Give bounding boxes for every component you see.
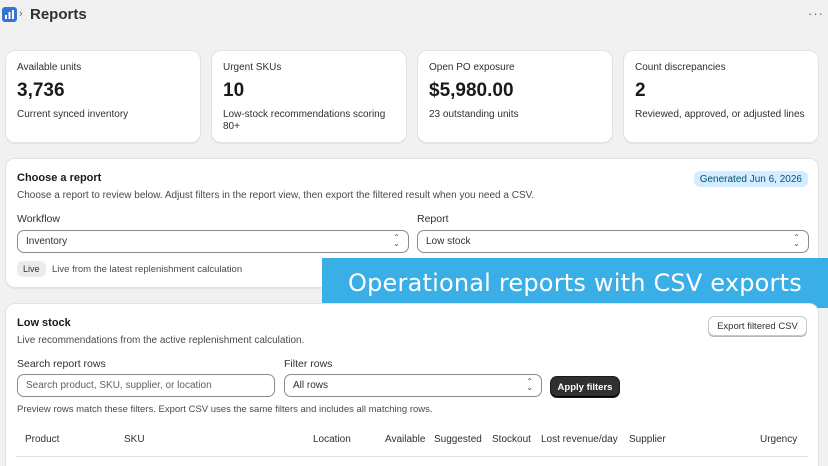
metric-label: Available units <box>17 62 82 73</box>
generated-date-badge: Generated Jun 6, 2026 <box>693 171 808 187</box>
column-header-location[interactable]: Location <box>313 434 351 445</box>
breadcrumb-chevron-icon: › <box>19 8 23 20</box>
metric-desc: Current synced inventory <box>17 109 129 120</box>
select-chevron-icon: ⌃ ⌄ <box>393 233 400 248</box>
metric-card-count-discrepancies: Count discrepancies 2 Reviewed, approved… <box>623 50 819 143</box>
metric-desc: 23 outstanding units <box>429 109 519 120</box>
search-label: Search report rows <box>17 358 106 370</box>
live-badge: Live <box>17 261 46 277</box>
metric-value: 2 <box>635 80 646 101</box>
column-header-stockout[interactable]: Stockout <box>492 434 531 445</box>
filter-select-value: All rows <box>293 380 329 391</box>
search-input[interactable]: Search product, SKU, supplier, or locati… <box>17 374 275 397</box>
workflow-label: Workflow <box>17 213 60 225</box>
filter-label: Filter rows <box>284 358 333 370</box>
section-desc: Live recommendations from the active rep… <box>17 335 305 346</box>
column-header-suggested[interactable]: Suggested <box>434 434 482 445</box>
promo-banner: Operational reports with CSV exports <box>322 258 828 308</box>
workflow-select-value: Inventory <box>26 236 68 247</box>
preview-note: Preview rows match these filters. Export… <box>17 404 433 415</box>
metric-card-open-po-exposure: Open PO exposure $5,980.00 23 outstandin… <box>417 50 613 143</box>
metric-card-available-units: Available units 3,736 Current synced inv… <box>5 50 201 143</box>
export-filtered-csv-button[interactable]: Export filtered CSV <box>708 316 807 336</box>
section-title: Choose a report <box>17 172 102 184</box>
section-desc: Choose a report to review below. Adjust … <box>17 190 535 201</box>
select-chevron-icon: ⌃ ⌄ <box>526 377 533 392</box>
top-bar: › Reports ··· <box>0 0 828 30</box>
table-header-divider <box>16 456 808 457</box>
page-title: Reports <box>30 6 87 23</box>
metric-value: 10 <box>223 80 245 101</box>
apply-filters-button[interactable]: Apply filters <box>551 377 619 397</box>
metric-card-urgent-skus: Urgent SKUs 10 Low-stock recommendations… <box>211 50 407 143</box>
metric-desc: Reviewed, approved, or adjusted lines <box>635 109 805 120</box>
search-placeholder: Search product, SKU, supplier, or locati… <box>26 380 212 391</box>
column-header-available[interactable]: Available <box>385 434 425 445</box>
live-desc: Live from the latest replenishment calcu… <box>52 264 243 275</box>
reports-app-icon[interactable] <box>2 7 17 22</box>
more-actions-icon[interactable]: ··· <box>808 6 824 21</box>
metric-label: Open PO exposure <box>429 62 515 73</box>
metric-value: $5,980.00 <box>429 80 514 101</box>
column-header-supplier[interactable]: Supplier <box>629 434 666 445</box>
select-chevron-icon: ⌃ ⌄ <box>793 233 800 248</box>
section-title: Low stock <box>17 317 71 329</box>
metric-label: Count discrepancies <box>635 62 726 73</box>
report-label: Report <box>417 213 449 225</box>
column-header-sku[interactable]: SKU <box>124 434 145 445</box>
metric-desc: Low-stock recommendations scoring 80+ <box>223 109 386 132</box>
column-header-product[interactable]: Product <box>25 434 59 445</box>
report-select[interactable]: Low stock ⌃ ⌄ <box>417 230 809 253</box>
column-header-urgency[interactable]: Urgency <box>760 434 797 445</box>
workflow-select[interactable]: Inventory ⌃ ⌄ <box>17 230 409 253</box>
column-header-lost-revenue[interactable]: Lost revenue/day <box>541 434 618 445</box>
report-select-value: Low stock <box>426 236 471 247</box>
filter-rows-select[interactable]: All rows ⌃ ⌄ <box>284 374 542 397</box>
metric-value: 3,736 <box>17 80 65 101</box>
metric-label: Urgent SKUs <box>223 62 282 73</box>
